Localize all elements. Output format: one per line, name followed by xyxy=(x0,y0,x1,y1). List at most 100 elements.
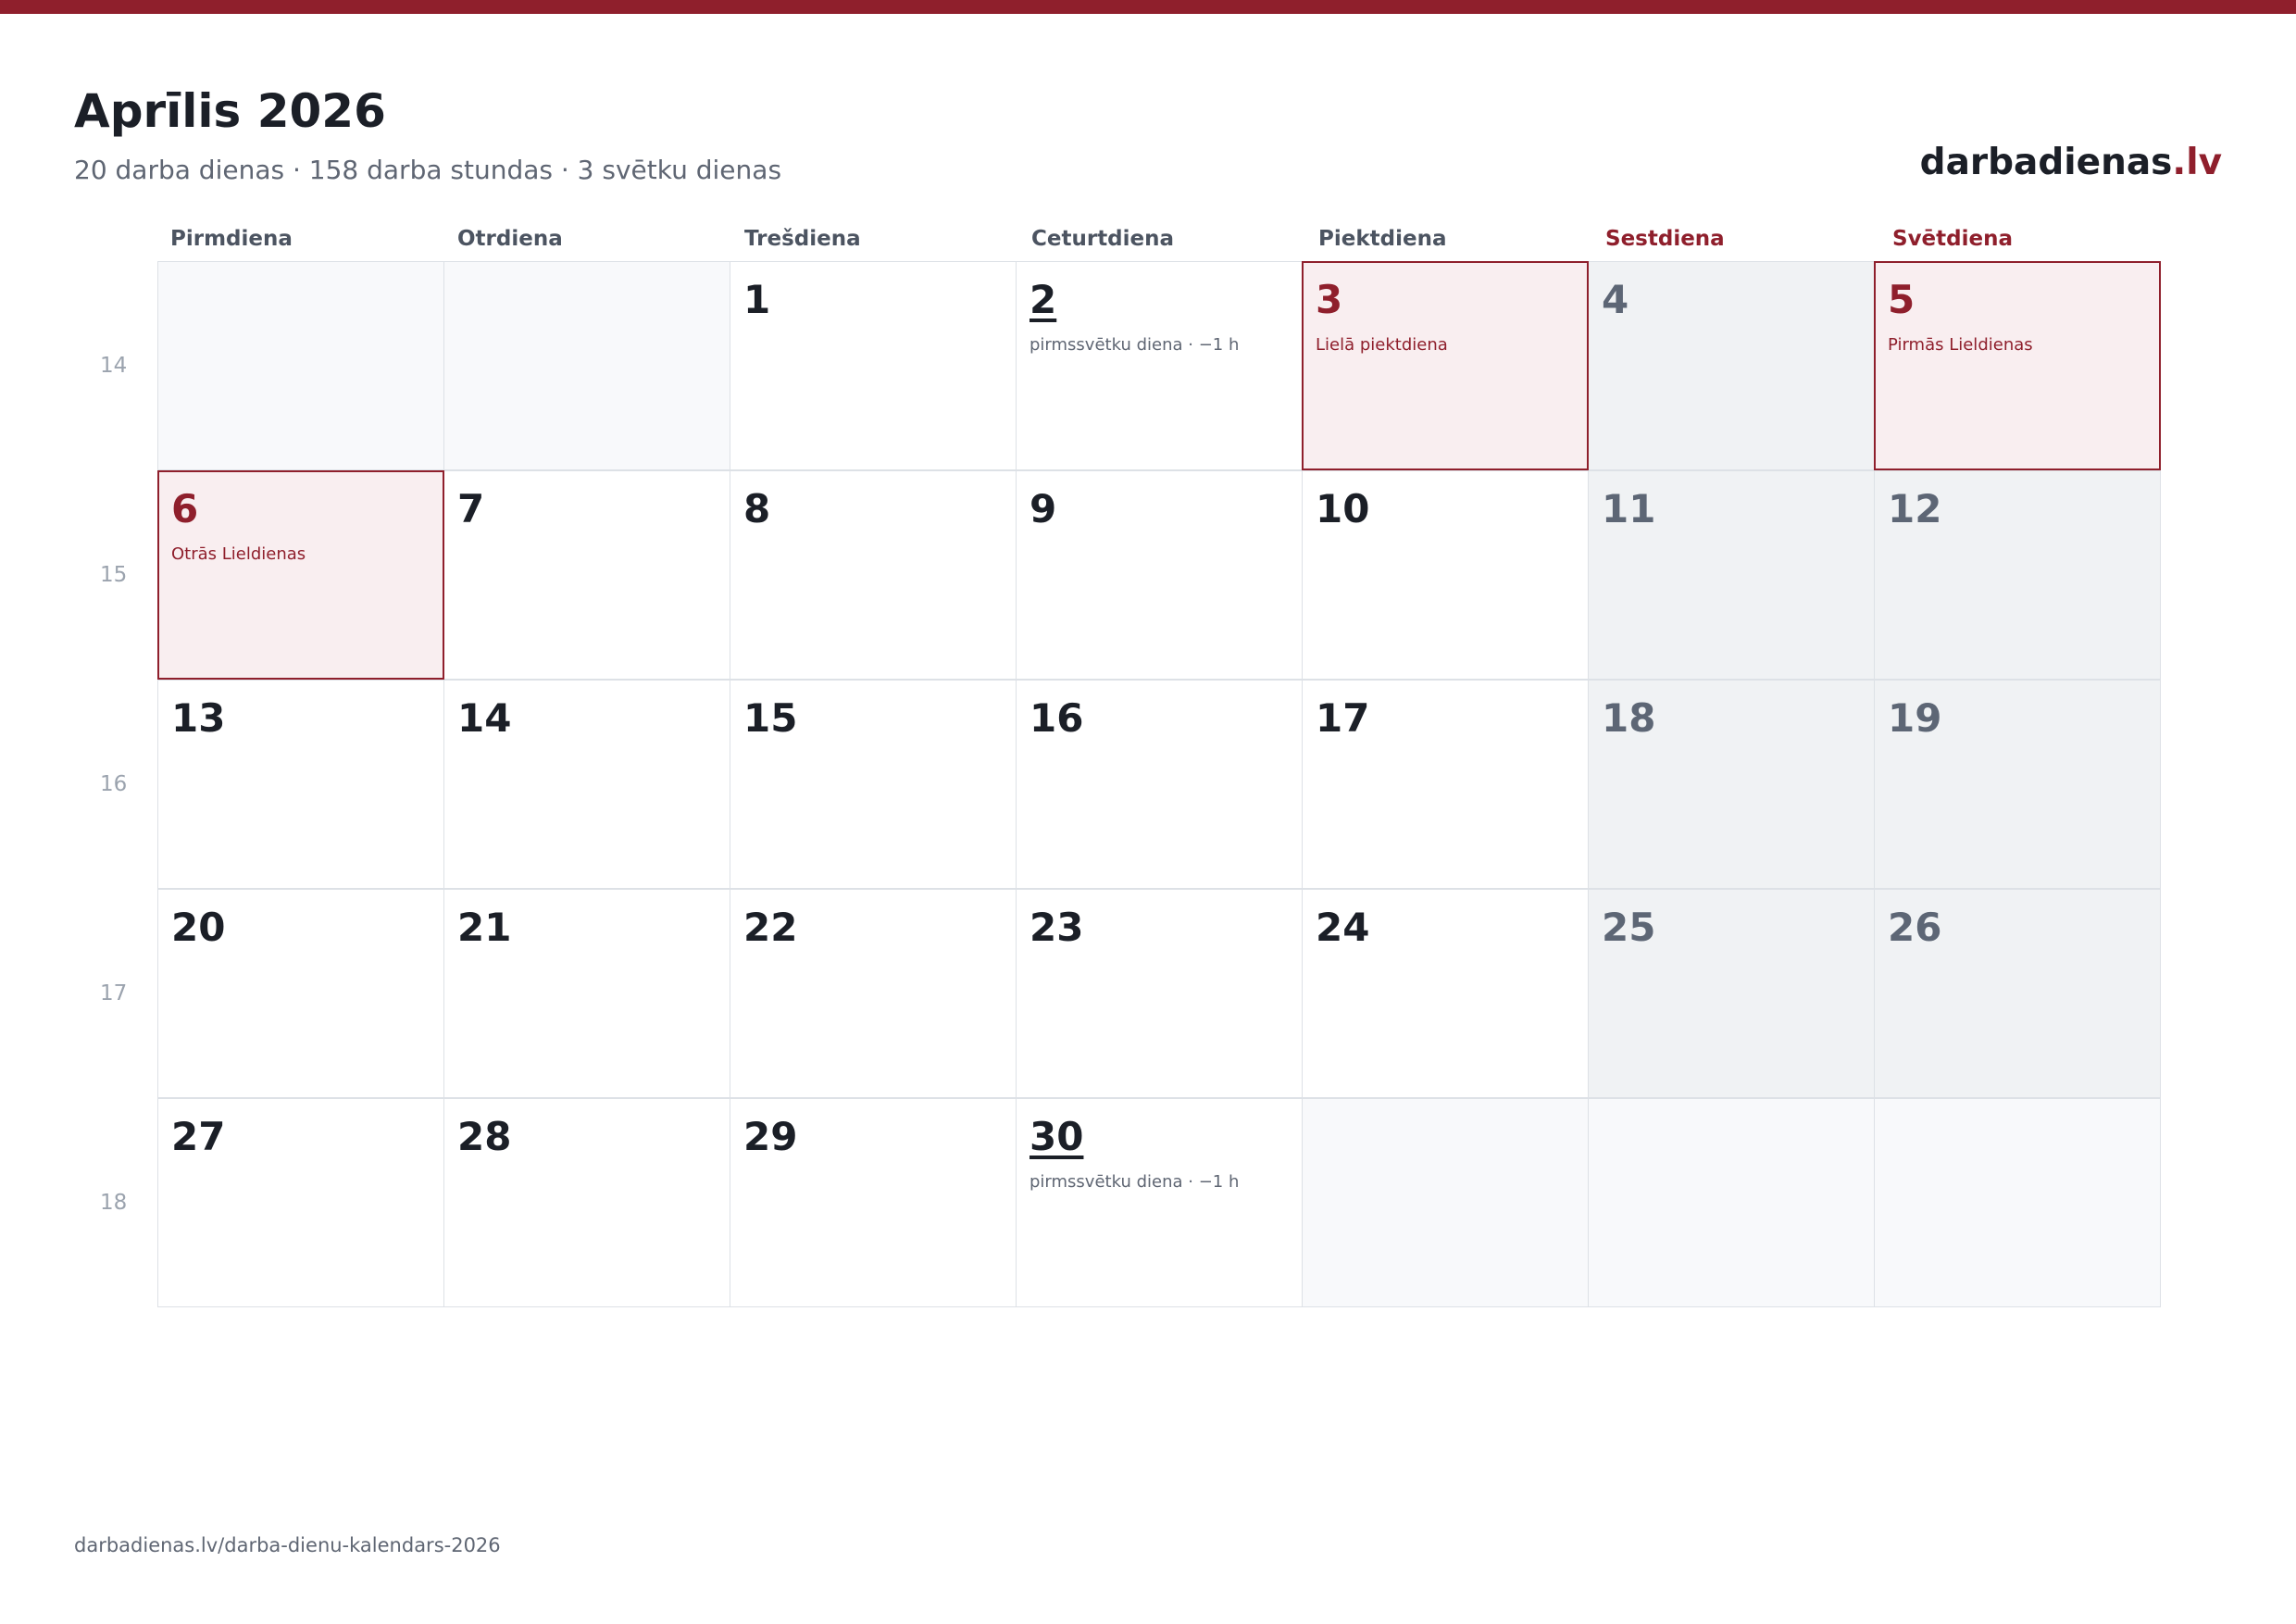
weeks-container: 14 1 2 pirmssvētku diena · −1 h 3 Lielā piekt… xyxy=(74,261,2166,1307)
day-number: 25 xyxy=(1602,905,1656,950)
week-number: 18 xyxy=(100,1191,128,1215)
day-cell: 19 xyxy=(1874,680,2161,889)
day-number: 18 xyxy=(1602,695,1656,741)
pre-holiday-note: pirmssvētku diena · −1 h xyxy=(1029,1172,1240,1192)
day-cell-empty xyxy=(1302,1098,1589,1307)
day-cell: 2 pirmssvētku diena · −1 h xyxy=(1016,261,1303,470)
day-number: 7 xyxy=(457,486,485,531)
day-cell-holiday: 6 Otrās Lieldienas xyxy=(157,470,444,680)
day-number: 4 xyxy=(1602,277,1629,322)
day-cell: 25 xyxy=(1588,889,1875,1098)
day-number: 26 xyxy=(1888,905,1942,950)
holiday-name: Lielā piektdiena xyxy=(1316,335,1448,355)
weekday-header: Otrdiena xyxy=(457,227,563,251)
week-row: 17 20 21 22 23 24 25 26 xyxy=(74,889,2166,1098)
day-cell: 21 xyxy=(443,889,730,1098)
day-number: 17 xyxy=(1316,695,1370,741)
week-cells: 20 21 22 23 24 25 26 xyxy=(157,889,2161,1098)
day-cell-empty xyxy=(1874,1098,2161,1307)
day-cell: 22 xyxy=(730,889,1017,1098)
day-cell-empty xyxy=(1588,1098,1875,1307)
day-cell: 18 xyxy=(1588,680,1875,889)
day-cell: 23 xyxy=(1016,889,1303,1098)
day-cell: 16 xyxy=(1016,680,1303,889)
day-cell: 28 xyxy=(443,1098,730,1307)
week-row: 15 6 Otrās Lieldienas 7 8 9 10 11 12 xyxy=(74,470,2166,680)
day-number: 6 xyxy=(171,486,199,531)
week-cells: 13 14 15 16 17 18 19 xyxy=(157,680,2161,889)
day-number: 3 xyxy=(1316,277,1343,322)
day-cell: 17 xyxy=(1302,680,1589,889)
day-cell: 12 xyxy=(1874,470,2161,680)
week-cells: 27 28 29 30 pirmssvētku diena · −1 h xyxy=(157,1098,2161,1307)
day-number: 16 xyxy=(1029,695,1084,741)
weekday-header: Trešdiena xyxy=(744,227,861,251)
holiday-name: Pirmās Lieldienas xyxy=(1888,335,2033,355)
day-cell: 14 xyxy=(443,680,730,889)
weekday-header: Piektdiena xyxy=(1318,227,1447,251)
day-number: 10 xyxy=(1316,486,1370,531)
day-number: 14 xyxy=(457,695,512,741)
brand-name: darbadienas xyxy=(1919,142,2173,183)
day-number: 2 xyxy=(1029,277,1057,322)
day-cell: 30 pirmssvētku diena · −1 h xyxy=(1016,1098,1303,1307)
day-number: 1 xyxy=(743,277,771,322)
top-accent-bar xyxy=(0,0,2296,14)
week-row: 18 27 28 29 30 pirmssvētku diena · −1 h xyxy=(74,1098,2166,1307)
day-cell: 4 xyxy=(1588,261,1875,470)
day-cell: 20 xyxy=(157,889,444,1098)
day-number: 20 xyxy=(171,905,226,950)
page-title: Aprīlis 2026 xyxy=(74,84,386,138)
weekday-header: Pirmdiena xyxy=(170,227,293,251)
week-number: 15 xyxy=(100,563,128,587)
page-subtitle: 20 darba dienas · 158 darba stundas · 3 … xyxy=(74,155,782,185)
day-cell-empty xyxy=(157,261,444,470)
holiday-name: Otrās Lieldienas xyxy=(171,544,306,564)
weekday-header-row: Pirmdiena Otrdiena Trešdiena Ceturtdiena Pie… xyxy=(157,222,2166,261)
day-number: 15 xyxy=(743,695,798,741)
day-number: 23 xyxy=(1029,905,1084,950)
day-number: 8 xyxy=(743,486,771,531)
day-number: 5 xyxy=(1888,277,1915,322)
day-number: 29 xyxy=(743,1114,798,1159)
day-number: 21 xyxy=(457,905,512,950)
day-number: 13 xyxy=(171,695,226,741)
day-number: 24 xyxy=(1316,905,1370,950)
pre-holiday-note: pirmssvētku diena · −1 h xyxy=(1029,335,1240,355)
weekday-header: Svētdiena xyxy=(1892,227,2013,251)
weekday-header: Sestdiena xyxy=(1605,227,1725,251)
day-number: 28 xyxy=(457,1114,512,1159)
day-cell: 9 xyxy=(1016,470,1303,680)
brand-tld: .lv xyxy=(2172,142,2222,183)
calendar-grid: Pirmdiena Otrdiena Trešdiena Ceturtdiena Pie… xyxy=(74,222,2166,1307)
day-cell: 24 xyxy=(1302,889,1589,1098)
day-cell-holiday: 3 Lielā piektdiena xyxy=(1302,261,1589,470)
week-cells: 1 2 pirmssvētku diena · −1 h 3 Lielā piektdi… xyxy=(157,261,2161,470)
week-number: 16 xyxy=(100,772,128,796)
day-cell: 8 xyxy=(730,470,1017,680)
day-cell: 15 xyxy=(730,680,1017,889)
week-cells: 6 Otrās Lieldienas 7 8 9 10 11 12 xyxy=(157,470,2161,680)
day-number: 11 xyxy=(1602,486,1656,531)
day-cell: 10 xyxy=(1302,470,1589,680)
day-cell: 7 xyxy=(443,470,730,680)
day-cell: 1 xyxy=(730,261,1017,470)
day-cell-holiday: 5 Pirmās Lieldienas xyxy=(1874,261,2161,470)
day-cell-empty xyxy=(443,261,730,470)
footer-url: darbadienas.lv/darba-dienu-kalendars-202… xyxy=(74,1534,501,1556)
week-number: 14 xyxy=(100,354,128,378)
weekday-header: Ceturtdiena xyxy=(1031,227,1175,251)
week-row: 16 13 14 15 16 17 18 19 xyxy=(74,680,2166,889)
day-cell: 13 xyxy=(157,680,444,889)
day-number: 30 xyxy=(1029,1114,1084,1159)
day-cell: 27 xyxy=(157,1098,444,1307)
brand-logo: darbadienas.lv xyxy=(1920,139,2222,187)
day-number: 9 xyxy=(1029,486,1057,531)
week-row: 14 1 2 pirmssvētku diena · −1 h 3 Lielā piekt… xyxy=(74,261,2166,470)
day-cell: 11 xyxy=(1588,470,1875,680)
day-number: 22 xyxy=(743,905,798,950)
day-number: 27 xyxy=(171,1114,226,1159)
day-number: 12 xyxy=(1888,486,1942,531)
day-cell: 26 xyxy=(1874,889,2161,1098)
day-number: 19 xyxy=(1888,695,1942,741)
